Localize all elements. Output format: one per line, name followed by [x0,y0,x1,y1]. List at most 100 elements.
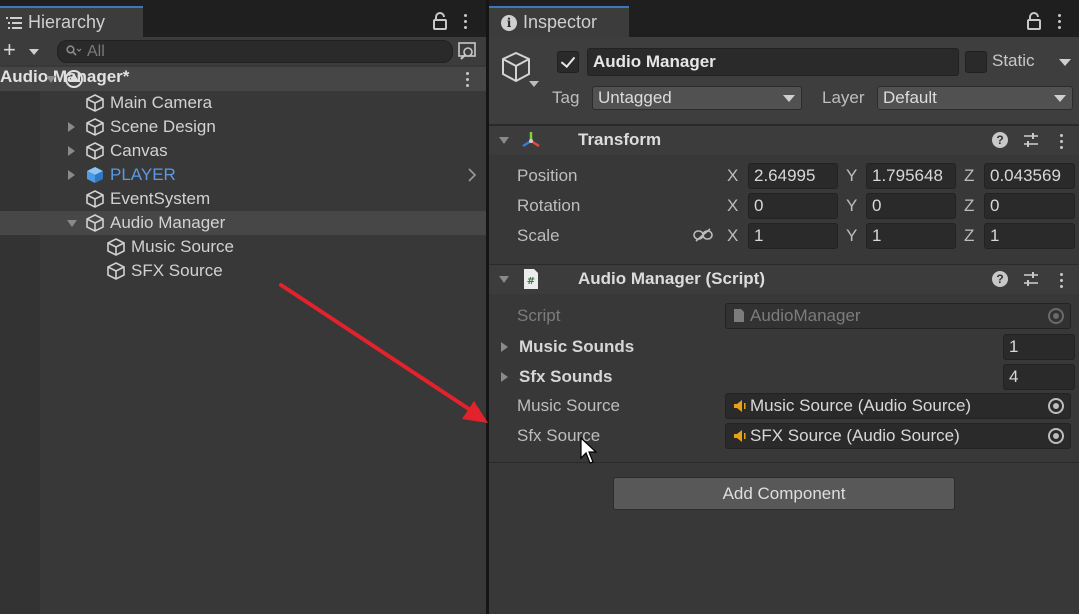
scale-x-field[interactable]: 1 [748,223,838,249]
tree-item-canvas[interactable]: Canvas [0,139,487,163]
presets-sliders-icon[interactable] [1022,131,1040,149]
tree-item-scene-design[interactable]: Scene Design [0,115,487,139]
scale-z-field[interactable]: 1 [984,223,1075,249]
info-icon: i [501,15,517,31]
axis-y-label[interactable]: Y [846,166,857,186]
sfx-sounds-size-field[interactable]: 4 [1003,364,1075,390]
component-menu-icon[interactable] [1058,271,1064,289]
music-source-field[interactable]: Music Source (Audio Source) [725,393,1071,419]
transform-title: Transform [578,130,662,149]
position-z-field[interactable]: 0.043569 [984,163,1075,189]
rotation-y-field[interactable]: 0 [866,193,956,219]
scale-y-field[interactable]: 1 [866,223,956,249]
gameobject-cube-icon [86,118,104,136]
fold-closed-icon[interactable] [501,372,508,382]
tag-value: Untagged [598,88,672,107]
svg-text:#: # [527,276,535,287]
music-sounds-label[interactable]: Music Sounds [519,337,634,357]
static-checkbox[interactable] [965,51,987,73]
axis-z-label[interactable]: Z [964,226,974,246]
position-label: Position [517,166,578,185]
fold-closed-icon[interactable] [68,170,75,180]
hierarchy-menu-icon[interactable] [462,12,468,30]
tree-item-main-camera[interactable]: Main Camera [0,91,487,115]
fold-closed-icon[interactable] [501,342,508,352]
hierarchy-search-input[interactable]: All [57,40,453,63]
axis-x-label[interactable]: X [727,196,738,216]
transform-axes-icon [522,132,540,148]
rotation-z-field[interactable]: 0 [984,193,1075,219]
inspector-tabbar: i Inspector [489,0,1079,37]
search-icon [66,45,82,56]
active-checkbox[interactable] [557,51,579,73]
hierarchy-tree: Audio Manager* Main Camera Scene Design … [0,67,487,614]
fold-open-icon[interactable] [67,220,77,227]
fold-closed-icon[interactable] [68,122,75,132]
create-button[interactable]: + [3,39,43,62]
tab-inspector[interactable]: i Inspector [489,6,629,37]
dropdown-caret-icon [29,49,39,55]
audio-source-speaker-icon [734,430,746,442]
static-label: Static [992,51,1035,70]
sfx-sounds-label[interactable]: Sfx Sounds [519,367,613,387]
transform-header[interactable]: Transform ? [489,125,1079,155]
script-component-header[interactable]: # Audio Manager (Script) ? [489,264,1079,294]
script-value: AudioManager [750,306,861,325]
axis-x-label[interactable]: X [727,166,738,186]
axis-y-label[interactable]: Y [846,226,857,246]
tree-item-player[interactable]: PLAYER [0,163,487,187]
axis-x-label[interactable]: X [727,226,738,246]
object-name-field[interactable]: Audio Manager [587,48,959,76]
sfx-source-field[interactable]: SFX Source (Audio Source) [725,423,1071,449]
presets-sliders-icon[interactable] [1022,270,1040,288]
rotation-x-field[interactable]: 0 [748,193,838,219]
static-dropdown-caret-icon[interactable] [1059,59,1071,66]
scene-search-icon[interactable] [457,40,479,62]
tree-item-music-source[interactable]: Music Source [0,235,487,259]
tab-hierarchy[interactable]: Hierarchy [0,6,143,37]
constrain-proportions-link-icon[interactable] [693,228,713,242]
tree-item-label: EventSystem [110,189,211,208]
position-x-field[interactable]: 2.64995 [748,163,838,189]
layer-value: Default [883,88,937,107]
tree-item-eventsystem[interactable]: EventSystem [0,187,487,211]
object-picker-icon [1048,308,1064,324]
fold-closed-icon[interactable] [68,146,75,156]
layer-dropdown[interactable]: Default [877,86,1073,110]
inspector-menu-icon[interactable] [1056,12,1062,30]
unity-scene-icon [65,70,83,88]
icon-dropdown-caret-icon[interactable] [529,81,539,87]
chevron-right-icon[interactable] [467,168,477,182]
music-sounds-size-field[interactable]: 1 [1003,334,1075,360]
gameobject-cube-icon [86,94,104,112]
axis-y-label[interactable]: Y [846,196,857,216]
help-icon[interactable]: ? [992,271,1008,287]
tree-item-audio-manager[interactable]: Audio Manager [0,211,487,235]
axis-z-label[interactable]: Z [964,196,974,216]
axis-z-label[interactable]: Z [964,166,974,186]
gameobject-icon[interactable] [499,50,533,84]
list-icon [6,17,22,29]
fold-open-icon[interactable] [499,137,509,144]
lock-icon[interactable] [1027,12,1041,30]
tree-item-sfx-source[interactable]: SFX Source [0,259,487,283]
tag-dropdown[interactable]: Untagged [592,86,802,110]
object-picker-icon[interactable] [1048,398,1064,414]
component-menu-icon[interactable] [1058,132,1064,150]
fold-open-icon[interactable] [46,76,56,83]
add-component-button[interactable]: Add Component [613,477,955,510]
help-icon[interactable]: ? [992,132,1008,148]
gameobject-cube-icon [86,142,104,160]
lock-icon[interactable] [433,12,447,30]
csharp-script-icon: # [524,269,538,289]
gameobject-cube-icon [107,238,125,256]
inspector-panel: i Inspector Audio Manager Static Tag Unt… [489,0,1079,614]
tree-item-label: PLAYER [110,165,176,184]
fold-open-icon[interactable] [499,276,509,283]
position-y-field[interactable]: 1.795648 [866,163,956,189]
scene-row[interactable]: Audio Manager* [0,67,487,91]
music-source-label: Music Source [517,396,620,415]
object-picker-icon[interactable] [1048,428,1064,444]
hierarchy-tabbar: Hierarchy [0,0,487,37]
scene-menu-icon[interactable] [464,70,470,88]
